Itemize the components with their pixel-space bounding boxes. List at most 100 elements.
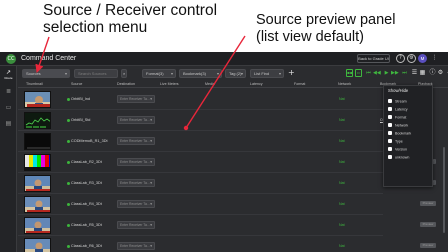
- network-status: Nat: [339, 118, 345, 122]
- checkbox[interactable]: [388, 107, 392, 111]
- column-header[interactable]: Format: [294, 82, 305, 86]
- destination-select[interactable]: Enter Receiver Ta... ▾: [117, 242, 155, 250]
- chevron-down-icon: ▾: [150, 223, 152, 227]
- source-name[interactable]: ClassLab_R4_3Dt: [71, 202, 102, 206]
- column-header[interactable]: Source: [71, 82, 82, 86]
- info-icon[interactable]: ⓘ: [429, 69, 436, 77]
- column-toggle[interactable]: Latency: [388, 107, 408, 113]
- table-row[interactable]: ClassLab_R4_3Dt Enter Receiver Ta... ▾ Na…: [18, 194, 436, 215]
- play-icon[interactable]: ▶: [383, 69, 390, 77]
- destination-select[interactable]: Enter Receiver Ta... ▾: [117, 95, 155, 103]
- checkbox[interactable]: [388, 123, 392, 127]
- sidebar-item-reports[interactable]: ▤: [2, 120, 15, 134]
- checkbox[interactable]: [388, 131, 392, 135]
- annotation-source-receiver: Source / Receiver control selection menu: [43, 2, 217, 36]
- format-filter[interactable]: Format(3) ▾: [142, 69, 176, 78]
- sidebar-item-display[interactable]: ▭: [2, 104, 15, 118]
- column-toggle[interactable]: unknown: [388, 155, 409, 161]
- app-title: Command Center: [21, 55, 77, 62]
- table-row[interactable]: OrbitBl_Std Enter Receiver Ta...▾ Nat Ob…: [18, 110, 386, 131]
- source-thumbnail[interactable]: [24, 196, 51, 213]
- checkbox[interactable]: [388, 155, 392, 159]
- list-view-icon[interactable]: ☰: [411, 69, 418, 77]
- sidebar-item-list[interactable]: ≣: [2, 88, 15, 102]
- source-name[interactable]: ClassLab_R3_3Dt: [71, 181, 102, 185]
- layout-icon[interactable]: ▫: [355, 69, 362, 77]
- source-thumbnail[interactable]: [24, 154, 51, 171]
- source-receiver-select[interactable]: Sources ▾: [22, 69, 70, 78]
- column-header[interactable]: Destination: [117, 82, 135, 86]
- tag-filter[interactable]: Tag (2) ▾: [225, 69, 246, 78]
- multiview-icon[interactable]: ▪▪: [346, 69, 353, 77]
- search-button[interactable]: ⌕: [121, 69, 127, 78]
- destination-select[interactable]: Enter Receiver Ta... ▾: [117, 200, 155, 208]
- column-toggle[interactable]: Stream: [388, 99, 407, 105]
- add-filter-icon[interactable]: +: [288, 68, 295, 77]
- annotation-line: (list view default): [256, 29, 364, 45]
- preview-button[interactable]: Preview: [420, 222, 436, 227]
- grid-menu-icon[interactable]: ⋮: [430, 54, 439, 63]
- network-status: Nat: [339, 181, 345, 185]
- table-row[interactable]: CODMemoB_R1_3Dt Enter Receiver Ta... ▾ Na…: [18, 131, 383, 152]
- reports-icon: ▤: [5, 120, 12, 127]
- column-toggle[interactable]: Version: [388, 147, 407, 153]
- avatar[interactable]: M: [418, 54, 427, 63]
- chevron-down-icon: ▾: [150, 181, 152, 185]
- list-find-filter[interactable]: List Find ▾: [250, 69, 284, 78]
- destination-select[interactable]: Enter Receiver Ta... ▾: [117, 158, 155, 166]
- checkbox[interactable]: [388, 139, 392, 143]
- source-thumbnail[interactable]: [24, 238, 51, 252]
- table-row[interactable]: OrbitBl_Ind Enter Receiver Ta... ▾ Nat: [18, 89, 383, 110]
- checkbox[interactable]: [388, 115, 392, 119]
- column-settings-icon[interactable]: ⚙: [437, 69, 444, 77]
- scrollbar[interactable]: [443, 147, 445, 233]
- grid-view-icon[interactable]: ▦: [419, 69, 426, 77]
- source-thumbnail[interactable]: [24, 133, 51, 150]
- app-logo: CC: [6, 54, 16, 64]
- preview-button[interactable]: Preview: [420, 243, 436, 248]
- source-name[interactable]: ClassLab_R6_3Dt: [71, 244, 102, 248]
- preview-button[interactable]: Preview: [420, 201, 436, 206]
- table-row[interactable]: ClassLab_R2_3Dt Enter Receiver Ta... ▾ Na…: [18, 152, 436, 173]
- bookmark-filter[interactable]: Bookmark(3) ▾: [179, 69, 222, 78]
- table-row[interactable]: ClassLab_R5_3Dt Enter Receiver Ta... ▾ Na…: [18, 215, 436, 236]
- column-header[interactable]: Media: [205, 82, 215, 86]
- column-toggle[interactable]: Bookmark: [388, 131, 411, 137]
- source-thumbnail[interactable]: [24, 217, 51, 234]
- skip-back-icon[interactable]: ⏮: [365, 69, 372, 77]
- source-thumbnail[interactable]: [24, 112, 51, 129]
- filter-bar: Sources ▾ Search Sources ⌕ Format(3) ▾ Boo…: [18, 68, 448, 79]
- column-toggle[interactable]: Network: [388, 123, 408, 129]
- table-row[interactable]: ClassLab_R6_3Dt Enter Receiver Ta... ▾ Na…: [18, 236, 436, 252]
- back-button[interactable]: Back to Grade UI: [357, 54, 390, 63]
- source-name[interactable]: ClassLab_R5_3Dt: [71, 223, 102, 227]
- sidebar-item-route[interactable]: ↗ Route: [2, 69, 15, 83]
- column-header[interactable]: Thumbnail: [26, 82, 43, 86]
- source-thumbnail[interactable]: [24, 175, 51, 192]
- table-row[interactable]: ClassLab_R3_3Dt Enter Receiver Ta... ▾ Na…: [18, 173, 436, 194]
- destination-select[interactable]: Enter Receiver Ta... ▾: [117, 116, 155, 124]
- chevron-down-icon: ▾: [64, 71, 67, 76]
- destination-select[interactable]: Enter Receiver Ta... ▾: [117, 137, 155, 145]
- skip-forward-icon[interactable]: ⏭: [401, 69, 408, 77]
- column-toggle[interactable]: Format: [388, 115, 406, 121]
- column-toggle[interactable]: Type: [388, 139, 403, 145]
- column-header[interactable]: Latency: [250, 82, 263, 86]
- checkbox[interactable]: [388, 99, 392, 103]
- checkbox[interactable]: [388, 147, 392, 151]
- column-header[interactable]: Network: [338, 82, 351, 86]
- source-name[interactable]: OrbitBl_Std: [71, 118, 90, 122]
- rewind-icon[interactable]: ◀◀: [373, 69, 381, 77]
- destination-select[interactable]: Enter Receiver Ta... ▾: [117, 179, 155, 187]
- search-input[interactable]: Search Sources: [74, 69, 118, 78]
- source-thumbnail[interactable]: [24, 91, 51, 108]
- source-name[interactable]: CODMemoB_R1_3Dt: [71, 139, 108, 143]
- destination-select[interactable]: Enter Receiver Ta... ▾: [117, 221, 155, 229]
- column-toggle-label: unknown: [395, 155, 410, 160]
- forward-icon[interactable]: ▶▶: [391, 69, 399, 77]
- settings-icon[interactable]: ⚙: [407, 54, 416, 63]
- source-name[interactable]: OrbitBl_Ind: [71, 97, 90, 101]
- column-header[interactable]: Live Meters: [160, 82, 179, 86]
- help-icon[interactable]: ?: [396, 54, 405, 63]
- source-name[interactable]: ClassLab_R2_3Dt: [71, 160, 102, 164]
